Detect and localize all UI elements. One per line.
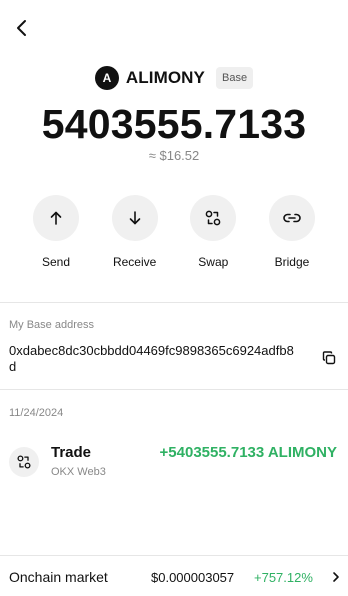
market-change: +757.12% [254,570,313,585]
market-price: $0.000003057 [151,570,235,585]
chevron-left-icon [17,20,26,36]
send-icon-circle [33,195,79,241]
copy-address-button[interactable] [320,349,338,367]
transaction-date: 11/24/2024 [9,407,64,419]
fiat-value: ≈ $16.52 [148,148,200,163]
token-avatar: A [94,66,119,90]
chevron-right-icon [333,572,339,582]
onchain-market-row[interactable]: Onchain market $0.000003057 +757.12% [0,555,348,596]
token-name: ALIMONY [125,68,205,87]
bridge-icon-circle [268,195,315,241]
transaction-icon [9,447,39,477]
send-label: Send [41,255,71,269]
bridge-button[interactable]: Bridge [253,195,331,269]
back-button[interactable] [10,16,34,40]
network-badge: Base [216,67,254,89]
swap-icon [17,455,31,469]
send-button[interactable]: Send [17,195,95,269]
wallet-address[interactable]: 0xdabec8dc30cbbdd04469fc9898365c6924adfb… [9,343,299,375]
transaction-row[interactable]: Trade OKX Web3 +5403555.7133 ALIMONY [0,438,348,488]
token-header: A ALIMONY Base [0,66,348,90]
address-label: My Base address [9,319,94,331]
swap-icon [205,210,221,226]
action-bar: Send Receive Swap Bridge [17,195,331,269]
copy-icon [322,351,336,365]
swap-label: Swap [198,255,229,269]
divider [0,302,348,303]
arrow-down-icon [129,211,140,225]
transaction-source: OKX Web3 [51,466,106,478]
bridge-icon [283,213,301,223]
transaction-amount: +5403555.7133 ALIMONY [159,444,337,461]
market-label: Onchain market [9,569,108,585]
divider [0,389,348,390]
receive-label: Receive [112,255,157,269]
token-balance: 5403555.7133 [41,101,307,147]
bridge-label: Bridge [274,255,310,269]
swap-icon-circle [190,195,237,241]
arrow-up-icon [50,211,62,225]
swap-button[interactable]: Swap [174,195,252,269]
receive-icon-circle [111,195,158,241]
transaction-type: Trade [51,444,92,461]
receive-button[interactable]: Receive [96,195,174,269]
